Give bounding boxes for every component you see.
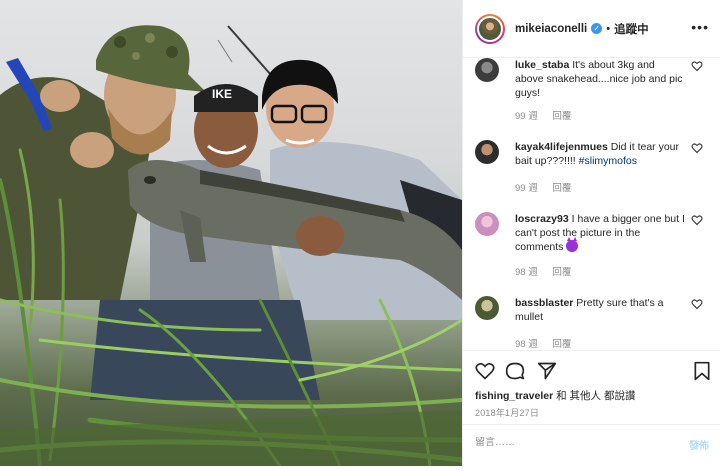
comment-meta: 98 週 回覆: [515, 336, 583, 350]
reply-button[interactable]: 回覆: [552, 183, 571, 194]
likes-summary[interactable]: fishing_traveler 和 其他人 都說讚: [475, 388, 635, 403]
commenter-username[interactable]: luke_staba: [515, 59, 569, 71]
post-photo-illustration: IKE: [0, 25, 462, 466]
post-comment-button[interactable]: 發佈: [689, 437, 709, 452]
reply-button[interactable]: 回覆: [552, 339, 571, 350]
add-comment-bar: 發佈: [463, 424, 720, 466]
paper-plane-icon[interactable]: [537, 361, 557, 381]
commenter-username[interactable]: kayak4lifejenmues: [515, 141, 608, 153]
heart-icon[interactable]: [475, 361, 495, 381]
smiling-devil-emoji-icon: [566, 237, 579, 252]
ellipsis-icon[interactable]: •••: [691, 20, 709, 34]
comment-age: 99 週: [515, 111, 538, 122]
commenter-avatar[interactable]: [475, 212, 499, 236]
hashtag-link[interactable]: #slimymofos: [579, 155, 637, 167]
commenter-username[interactable]: bassblaster: [515, 297, 573, 309]
author-username[interactable]: mikeiaconelli: [515, 23, 587, 35]
commenter-username[interactable]: loscrazy93: [515, 213, 569, 225]
post-header: mikeiaconelli ✓ • 追蹤中 •••: [463, 0, 720, 58]
commenter-avatar[interactable]: [475, 140, 499, 164]
comment-meta: 98 週 回覆: [515, 264, 583, 278]
comment-age: 99 週: [515, 183, 538, 194]
following-button[interactable]: 追蹤中: [614, 21, 649, 37]
comment-input[interactable]: [475, 437, 665, 448]
verified-badge-icon: ✓: [591, 23, 603, 34]
comment-text: luke_staba It's about 3kg and above snak…: [515, 58, 685, 100]
heart-icon[interactable]: [691, 60, 703, 72]
header-separator: •: [606, 22, 611, 35]
comment-text: kayak4lifejenmues Did it tear your bait …: [515, 140, 685, 168]
comment-text: loscrazy93 I have a bigger one but I can…: [515, 212, 685, 254]
heart-icon[interactable]: [691, 142, 703, 154]
heart-icon[interactable]: [691, 214, 703, 226]
comment-list[interactable]: luke_staba It's about 3kg and above snak…: [463, 58, 720, 350]
likes-text: 和 其他人 都說讚: [553, 390, 636, 402]
heart-icon[interactable]: [691, 298, 703, 310]
liker-username[interactable]: fishing_traveler: [475, 390, 553, 402]
bookmark-icon[interactable]: [693, 361, 711, 381]
commenter-avatar[interactable]: [475, 58, 499, 82]
comment-age: 98 週: [515, 267, 538, 278]
speech-bubble-icon[interactable]: [505, 361, 525, 381]
post-photo[interactable]: IKE: [0, 0, 462, 466]
commenter-avatar[interactable]: [475, 296, 499, 320]
post-sidebar: mikeiaconelli ✓ • 追蹤中 ••• luke_staba It'…: [462, 0, 720, 471]
comment-age: 98 週: [515, 339, 538, 350]
cap-logo-text: IKE: [212, 87, 232, 101]
comment-meta: 99 週 回覆: [515, 180, 583, 194]
comment-text: bassblaster Pretty sure that's a mullet: [515, 296, 685, 324]
author-avatar[interactable]: [475, 13, 505, 44]
reply-button[interactable]: 回覆: [552, 267, 571, 278]
comment-meta: 99 週 回覆: [515, 108, 583, 122]
reply-button[interactable]: 回覆: [552, 111, 571, 122]
post-date: 2018年1月27日: [475, 408, 540, 418]
